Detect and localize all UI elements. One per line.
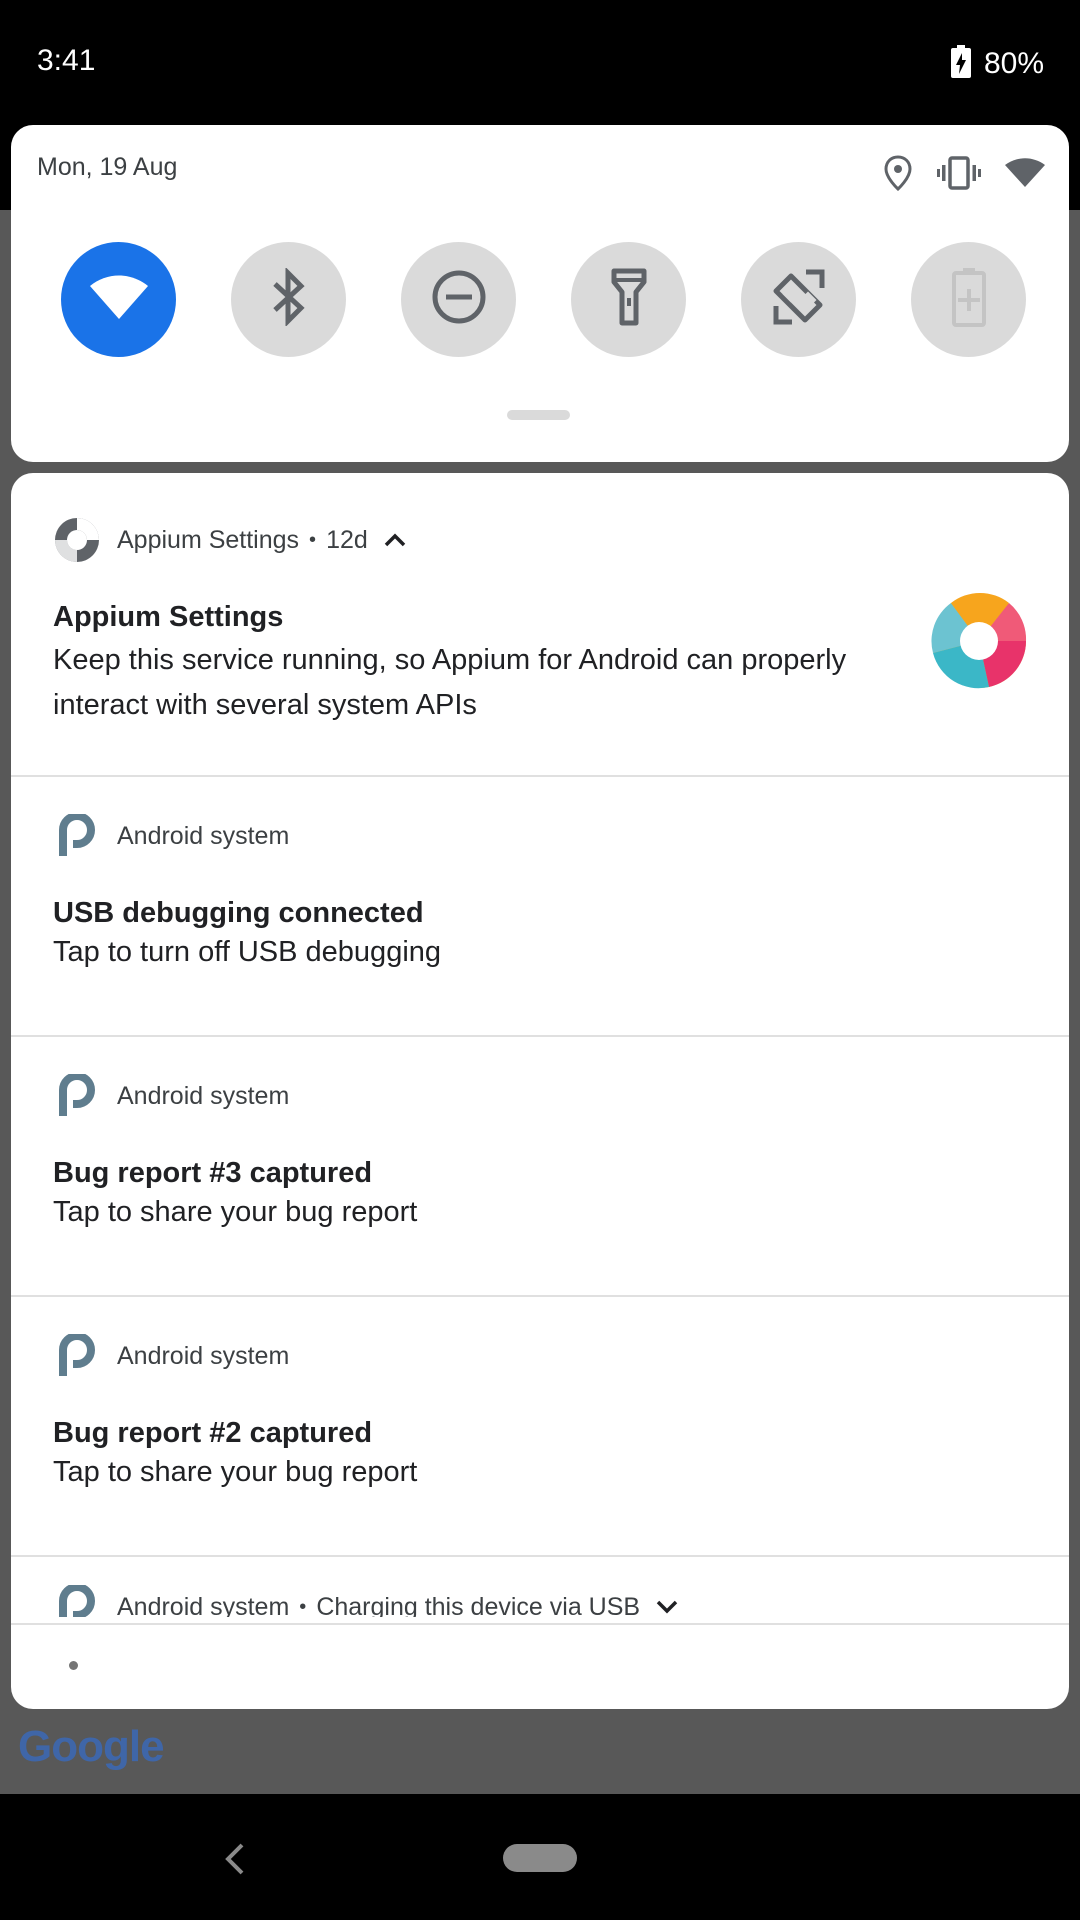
notification-text: Keep this service running, so Appium for…: [53, 644, 847, 721]
navigation-bar: [0, 1794, 1080, 1920]
home-button[interactable]: [503, 1844, 577, 1872]
appium-logo-icon: [929, 591, 1029, 691]
bluetooth-icon: [269, 266, 309, 331]
notification-title: USB debugging connected: [53, 897, 424, 929]
google-logo: Google: [18, 1722, 165, 1772]
notification-bug-report-2[interactable]: Android system Bug report #2 captured Ta…: [11, 1297, 1069, 1557]
notification-list: Appium Settings • 12d Appium Settings Ke…: [11, 473, 1069, 1709]
flashlight-icon: [611, 268, 647, 331]
do-not-disturb-icon: [431, 269, 487, 330]
notification-usb-debugging[interactable]: Android system USB debugging connected T…: [11, 777, 1069, 1037]
auto-rotate-tile[interactable]: [741, 242, 856, 357]
flashlight-tile[interactable]: [571, 242, 686, 357]
notification-app-name: Android system: [117, 821, 290, 850]
do-not-disturb-tile[interactable]: [401, 242, 516, 357]
android-system-icon: [53, 1332, 101, 1380]
header-separator: •: [309, 528, 317, 551]
status-time: 3:41: [37, 44, 96, 77]
notification-shelf[interactable]: [11, 1623, 1069, 1709]
android-system-icon: [53, 1583, 101, 1617]
notification-header: Android system: [53, 814, 290, 856]
back-icon[interactable]: [218, 1839, 248, 1879]
notification-app-name: Android system: [117, 1592, 290, 1618]
notification-appium-settings[interactable]: Appium Settings • 12d Appium Settings Ke…: [11, 473, 1069, 777]
notification-header: Android system: [53, 1334, 290, 1376]
notification-bug-report-3[interactable]: Android system Bug report #3 captured Ta…: [11, 1037, 1069, 1297]
location-icon: [883, 155, 913, 196]
wifi-signal-icon: [1005, 158, 1045, 193]
header-separator: •: [299, 1595, 307, 1618]
notification-text: Tap to share your bug report: [53, 1196, 418, 1228]
auto-rotate-icon: [770, 268, 828, 331]
notification-time: 12d: [326, 525, 368, 554]
quick-settings-panel[interactable]: Mon, 19 Aug: [11, 125, 1069, 462]
bluetooth-tile[interactable]: [231, 242, 346, 357]
qs-header-icons: [883, 155, 1045, 196]
notification-charging-usb[interactable]: Android system • Charging this device vi…: [11, 1571, 1069, 1617]
notification-app-name: Android system: [117, 1341, 290, 1370]
status-indicators: 80%: [950, 44, 1044, 84]
qs-tiles: [61, 242, 1031, 358]
notification-header: Android system • Charging this device vi…: [53, 1583, 678, 1617]
wifi-icon: [88, 273, 150, 326]
appium-app-icon: [53, 516, 101, 564]
google-logo-text: Google: [18, 1722, 165, 1771]
overflow-dot-icon: [69, 1661, 78, 1670]
android-system-icon: [53, 1072, 101, 1120]
expand-chevron-icon[interactable]: [656, 1593, 678, 1618]
notification-title: Appium Settings: [53, 601, 284, 633]
notification-text: Tap to turn off USB debugging: [53, 936, 442, 968]
notification-header: Appium Settings • 12d: [53, 518, 406, 562]
notification-app-name: Android system: [117, 1081, 290, 1110]
wifi-tile[interactable]: [61, 242, 176, 357]
notification-summary: Charging this device via USB: [316, 1592, 641, 1618]
vibrate-icon: [937, 156, 981, 195]
notification-title: Bug report #2 captured: [53, 1417, 373, 1449]
notification-title: Bug report #3 captured: [53, 1157, 373, 1189]
qs-date[interactable]: Mon, 19 Aug: [37, 153, 177, 182]
collapse-chevron-icon[interactable]: [384, 526, 406, 555]
battery-saver-icon: [951, 267, 987, 332]
qs-expand-handle[interactable]: [507, 410, 570, 420]
battery-percent: 80%: [983, 47, 1044, 80]
notification-text: Tap to share your bug report: [53, 1456, 418, 1488]
notification-header: Android system: [53, 1074, 290, 1116]
battery-charging-icon: [950, 44, 972, 84]
battery-saver-tile[interactable]: [911, 242, 1026, 357]
notification-app-name: Appium Settings: [117, 525, 300, 554]
android-system-icon: [53, 812, 101, 860]
